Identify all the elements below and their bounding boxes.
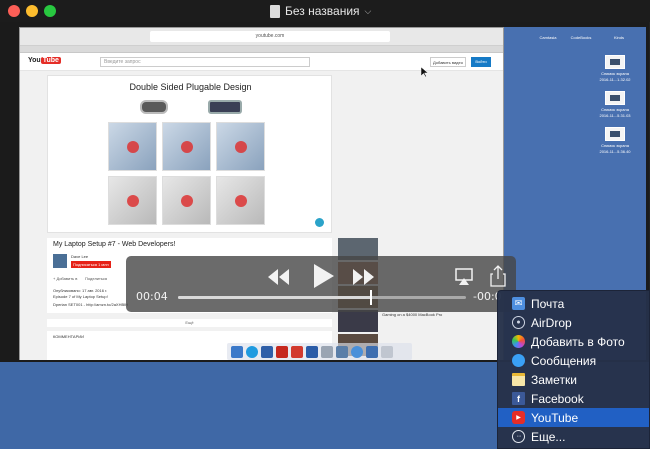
video-image-title: Double Sided Plugable Design (129, 82, 252, 92)
add-to-link: + Добавить в (53, 276, 78, 281)
youtube-search-input: Введите запрос (100, 57, 310, 67)
youtube-icon: ▶ (512, 411, 525, 424)
share-menu-item-label: Заметки (531, 372, 577, 387)
screenshot-file-label: Снимок экрана 2016-11...1.32.02 (599, 71, 631, 82)
description-line: Опубликовано: 17 авг. 2016 г. (53, 288, 108, 293)
screenshot-file-label: Снимок экрана 2016-11...5.36.40 (599, 143, 631, 154)
usb-connector-image (140, 100, 168, 114)
app-icon (366, 345, 378, 358)
share-icon[interactable] (490, 265, 506, 287)
quicktime-icon (336, 345, 348, 358)
channel-avatar (53, 254, 67, 268)
related-video-title: Gaming on a $4000 MacBook Pro (382, 312, 443, 317)
description-line: Episode 7 of My Laptop Setup! (53, 294, 108, 299)
share-menu-item-label: AirDrop (531, 315, 572, 330)
share-menu-item-messages[interactable]: Сообщения (498, 351, 649, 370)
tab-strip (20, 46, 503, 53)
share-menu-item-label: YouTube (531, 410, 579, 425)
share-menu-item-youtube[interactable]: ▶ YouTube (498, 408, 649, 427)
product-photo (162, 176, 211, 225)
elapsed-time: 00:04 (136, 290, 168, 303)
usb-port-image (208, 100, 242, 114)
screenshot-file-icon (605, 91, 625, 105)
desktop-folder-label: Kinds (613, 35, 624, 40)
window-title-group[interactable]: Без названия ⌵ (270, 3, 371, 19)
close-window-button[interactable] (8, 5, 20, 17)
share-menu-item-mail[interactable]: ✉ Почта (498, 294, 649, 313)
share-menu-item-label: Сообщения (531, 353, 597, 368)
youtube-logo: You Tube (28, 57, 61, 64)
video-heading: My Laptop Setup #7 - Web Developers! (53, 241, 176, 248)
app-icon (321, 345, 333, 358)
product-photo (108, 122, 157, 171)
window-title: Без названия (285, 4, 360, 18)
screenshot-file-icon (605, 127, 625, 141)
share-menu-item-airdrop[interactable]: ● AirDrop (498, 313, 649, 332)
comments-label: КОММЕНТАРИИ (53, 334, 85, 339)
share-menu-item-label: Facebook (531, 391, 584, 406)
playhead-handle[interactable] (369, 290, 372, 305)
airdrop-icon: ● (512, 316, 525, 329)
channel-name: Dave Lee (71, 254, 89, 259)
airplay-icon[interactable] (455, 268, 473, 286)
play-button[interactable] (310, 262, 336, 290)
mouse-pointer-icon (421, 67, 428, 77)
photos-icon (512, 335, 525, 348)
trash-icon (381, 345, 393, 358)
photoshop-icon (261, 345, 273, 358)
timeline-progress (178, 296, 371, 299)
word-icon (306, 345, 318, 358)
share-menu-item-more[interactable]: ··· Еще... (498, 427, 649, 446)
product-photo (216, 176, 265, 225)
timeline-scrubber[interactable] (178, 290, 466, 305)
minimize-window-button[interactable] (26, 5, 38, 17)
app-icon (291, 345, 303, 358)
more-icon: ··· (512, 430, 525, 443)
safari-icon (246, 345, 258, 358)
app-icon (351, 345, 363, 358)
subscribe-button: Подписаться 1 млн (71, 261, 111, 268)
product-photo (162, 122, 211, 171)
screenshot-file-label: Снимок экрана 2016-11...5.31.03 (599, 107, 631, 118)
youtube-header: You Tube Введите запрос Добавить видео Во… (20, 53, 503, 71)
messages-icon (512, 354, 525, 367)
screenshot-file-icon (605, 55, 625, 69)
share-menu-item-label: Добавить в Фото (531, 334, 625, 349)
share-link: Поделиться (85, 276, 108, 281)
related-video-thumbnail (338, 310, 378, 332)
show-more-bar: Ещё (47, 319, 332, 327)
browser-toolbar: youtube.com (20, 28, 503, 46)
product-photo (108, 176, 157, 225)
share-menu-item-label: Почта (531, 296, 565, 311)
add-video-button: Добавить видео (430, 57, 466, 67)
playback-controls: 00:04 -00:0 (126, 256, 516, 312)
title-bar[interactable]: Без названия ⌵ (0, 0, 650, 22)
description-line: Dperian SET001 - http://amzn.to/2aXHBIH (53, 302, 129, 307)
zoom-window-button[interactable] (44, 5, 56, 17)
product-photo (216, 122, 265, 171)
rewind-button[interactable] (266, 266, 290, 288)
channel-watermark-icon (315, 218, 324, 227)
video-frame: Double Sided Plugable Design (47, 75, 332, 233)
share-menu-item-photos[interactable]: Добавить в Фото (498, 332, 649, 351)
facebook-icon: f (512, 392, 525, 405)
sign-in-button: Войти (471, 57, 491, 67)
share-menu-item-facebook[interactable]: f Facebook (498, 389, 649, 408)
mail-icon: ✉ (512, 297, 525, 310)
share-menu-item-notes[interactable]: Заметки (498, 370, 649, 389)
related-video-item: Gaming on a $4000 MacBook Pro (338, 310, 498, 332)
dock (227, 343, 412, 360)
finder-icon (231, 345, 243, 358)
notes-icon (512, 373, 525, 386)
app-icon (276, 345, 288, 358)
fast-forward-button[interactable] (352, 266, 376, 288)
share-menu: ✉ Почта ● AirDrop Добавить в Фото Сообще… (497, 290, 650, 449)
url-field: youtube.com (150, 31, 390, 42)
document-icon (270, 4, 280, 18)
share-menu-item-label: Еще... (531, 429, 566, 444)
chevron-down-icon[interactable]: ⌵ (365, 6, 372, 17)
